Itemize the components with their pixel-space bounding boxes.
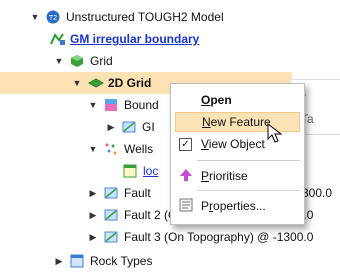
tree-row-loc[interactable]: loc [0,160,170,182]
menu-item-label: New Feature [202,115,271,129]
fault1-elevation: 300.0 [302,186,333,200]
tree-row-wells[interactable]: ▼ Wells [0,138,170,160]
menu-item-label: Open [201,93,232,107]
properties-icon [179,198,193,215]
menu-item-properties[interactable]: Properties... [175,196,300,216]
grid-cube-icon [70,54,84,68]
2d-grid-icon [87,76,105,90]
tree-row-fault3[interactable]: ▶ Fault 3 (On Topography) @ -1300.0 [0,226,340,248]
collapsed-triangle-icon[interactable]: ▶ [106,122,116,133]
fault-icon [104,230,118,244]
tree-row-grid[interactable]: ▼ Grid [0,50,340,72]
tree-label: GI [142,120,155,134]
menu-item-open[interactable]: Open [175,90,300,110]
menu-separator [197,190,300,191]
tree-row-boundary-link[interactable]: GM irregular boundary [0,28,340,50]
context-menu: Open New Feature ✓ View Object Prioritis… [170,83,305,225]
expanded-triangle-icon[interactable]: ▼ [54,56,64,66]
svg-text:T2: T2 [49,15,57,22]
boundary-icon [50,32,65,46]
collapsed-triangle-icon[interactable]: ▶ [88,210,98,221]
expanded-triangle-icon[interactable]: ▼ [88,100,98,110]
expanded-triangle-icon[interactable]: ▼ [72,78,82,88]
loc-link[interactable]: loc [143,164,158,178]
boundary-object-icon [122,120,136,134]
collapsed-triangle-icon[interactable]: ▶ [88,188,98,199]
menu-item-label: View Object [201,137,265,151]
collapsed-triangle-icon[interactable]: ▶ [88,232,98,243]
menu-item-label: Prioritise [201,169,248,183]
up-arrow-icon [179,168,193,185]
tree-row-gm-sub[interactable]: ▶ GI [0,116,170,138]
tree-row-root[interactable]: ▼ T2 Unstructured TOUGH2 Model [0,6,340,28]
table-icon [123,164,137,178]
tree-label: Fault 3 (On Topography) @ -1300.0 [124,230,314,244]
tree-label: Unstructured TOUGH2 Model [66,10,224,24]
menu-item-label: Properties... [201,199,266,213]
menu-item-prioritise[interactable]: Prioritise [175,166,300,186]
tree-row-boundaries[interactable]: ▼ Bound [0,94,170,116]
tree-label: Rock Types [90,254,153,268]
fault-icon [104,208,118,222]
tree-label: Wells [124,142,154,156]
tree-label: 2D Grid [108,76,152,90]
boundaries-icon [104,98,118,112]
expanded-triangle-icon[interactable]: ▼ [30,12,40,22]
collapsed-triangle-icon[interactable]: ▶ [54,256,64,267]
tree-label: Fault [124,186,151,200]
tree-label: Bound [124,98,159,112]
expanded-triangle-icon[interactable]: ▼ [88,144,98,154]
checkbox-checked-icon[interactable]: ✓ [179,137,192,151]
menu-separator [197,160,300,161]
fault-icon [104,186,118,200]
mouse-pointer-icon [266,122,284,148]
tough2-model-icon: T2 [46,10,60,24]
wells-icon [104,142,118,156]
tree-label: Grid [90,54,113,68]
boundary-link[interactable]: GM irregular boundary [70,32,199,46]
rock-types-icon [70,254,84,268]
tree-row-rock-types[interactable]: ▶ Rock Types [0,250,340,272]
